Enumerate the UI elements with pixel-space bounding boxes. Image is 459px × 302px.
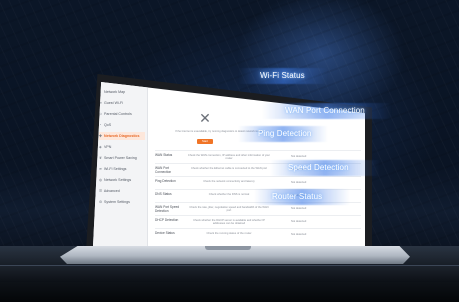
qos-icon: ◔ [99,123,102,127]
diag-name: WAN Port Speed Detection [155,205,180,213]
sidebar-item-vpn[interactable]: ◈ VPN [99,143,145,151]
sidebar-item-label: QoS [104,123,112,127]
callout-wifi-status: Wi-Fi Status [260,71,305,80]
sidebar-item-label: Network Map [104,90,126,94]
table-row: Ping Detection Check the network connect… [155,176,361,190]
status-badge: Not detected [291,220,307,223]
sidebar-item-network-settings[interactable]: ◍ Network Settings [99,176,145,184]
diag-desc: Check the network connectivity and laten… [203,180,255,183]
sidebar-item-wifi-settings[interactable]: ≋ Wi-Fi Settings [99,165,145,173]
wifi-settings-icon: ≋ [99,167,103,171]
sidebar-item-label: Advanced [103,189,120,193]
sidebar-item-network-diagnostics[interactable]: ✚ Network Diagnostics [99,132,145,140]
sidebar-item-smart-power-saving[interactable]: ❦ Smart Power Saving [99,154,145,162]
callout-speed-detection: Speed Detection [288,163,349,172]
diag-desc: Check the running status of the router [206,232,252,235]
vpn-icon: ◈ [99,145,102,149]
diag-name: Device Status [155,231,175,235]
sidebar-item-guest-wifi[interactable]: ≋ Guest Wi-Fi [99,99,145,107]
table-edge [0,265,459,282]
sidebar-item-advanced[interactable]: ☰ Advanced [99,187,145,195]
sidebar-item-label: Smart Power Saving [104,156,137,160]
globe-icon: ◍ [99,178,103,182]
sidebar-item-parental-controls[interactable]: ☺ Parental Controls [99,110,145,118]
status-badge: Not detected [291,155,307,158]
diag-name: DNS Status [155,192,172,196]
status-badge: Not detected [291,207,307,210]
table-row: Device Status Check the running status o… [155,228,361,242]
table-row: DHCP Detection Check whether the DHCP se… [155,215,361,229]
gear-icon: ⚙ [99,200,103,204]
sidebar: ⌂ Network Map ≋ Guest Wi-Fi ☺ Parental C… [93,82,148,246]
sidebar-item-label: VPN [104,145,112,149]
start-button[interactable]: Start [197,139,213,144]
tools-icon: ✕ [199,110,211,126]
sliders-icon: ☰ [99,189,103,193]
diag-desc: Check the rate, jitter, negotiation spee… [189,206,269,213]
diag-desc: Check whether the Ethernet cable is conn… [190,167,268,170]
diag-desc: Check whether the DHCP server is availab… [193,219,265,226]
status-badge: Not detected [291,181,307,184]
sidebar-item-network-map[interactable]: ⌂ Network Map [99,88,145,96]
callout-ping-detection: Ping Detection [258,129,312,138]
status-badge: Not detected [291,233,307,236]
sidebar-item-label: Network Diagnostics [104,134,140,138]
diag-name: WAN Status [155,153,173,157]
sidebar-item-label: Parental Controls [104,112,132,116]
sidebar-item-system-settings[interactable]: ⚙ System Settings [99,198,145,206]
background-scene: ⌂ Network Map ≋ Guest Wi-Fi ☺ Parental C… [0,0,459,302]
stethoscope-icon: ✚ [99,134,103,138]
diag-name: Ping Detection [155,179,176,183]
callout-router-status: Router Status [272,192,323,201]
sidebar-item-label: Network Settings [104,178,132,182]
laptop-hinge-notch [205,246,251,250]
sidebar-item-label: System Settings [104,200,130,204]
diag-name: WAN Port Connection [155,166,172,174]
diag-name: DHCP Detection [155,218,179,222]
sidebar-item-qos[interactable]: ◔ QoS [99,121,145,129]
sidebar-item-label: Wi-Fi Settings [104,167,127,171]
leaf-icon: ❦ [99,156,103,160]
sidebar-item-label: Guest Wi-Fi [104,101,123,105]
callout-wan-port-connection: WAN Port Connection [285,106,365,115]
diag-desc: Check the WAN connection, IP address and… [187,154,271,161]
